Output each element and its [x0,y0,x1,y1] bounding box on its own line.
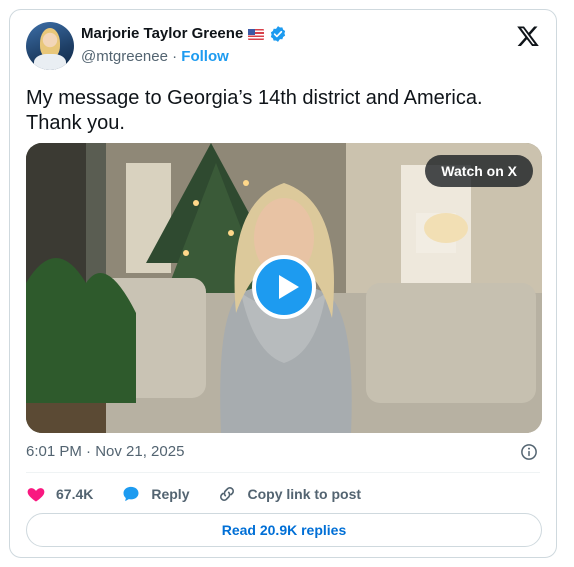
embedded-post-card: Marjorie Taylor Greene @mtgreenee · Foll… [9,9,557,558]
verified-badge-icon [271,26,286,42]
follow-link[interactable]: Follow [181,48,229,65]
like-button[interactable]: 67.4K [26,484,93,504]
action-bar: 67.4K Reply Copy link to post [26,484,389,504]
separator: · [172,48,178,65]
watch-on-x-button[interactable]: Watch on X [425,155,533,187]
author-avatar[interactable] [26,22,74,70]
copy-link-label: Copy link to post [247,486,362,502]
reply-label: Reply [151,486,190,502]
reply-button[interactable]: Reply [121,484,189,504]
author-name[interactable]: Marjorie Taylor Greene [81,24,243,44]
avatar-shoulders [34,54,66,70]
us-flag-icon [248,28,265,40]
post-timestamp[interactable]: 6:01 PM · Nov 21, 2025 [26,442,184,462]
play-button[interactable] [252,255,316,319]
video-player[interactable]: Watch on X [26,143,542,433]
read-replies-button[interactable]: Read 20.9K replies [26,513,542,547]
link-icon [220,487,235,501]
x-logo-icon[interactable] [516,24,540,48]
info-icon[interactable] [520,443,538,461]
speech-bubble-icon [123,486,139,502]
divider [26,472,540,473]
heart-icon [27,488,45,502]
post-text: My message to Georgia’s 14th district an… [26,87,483,134]
author-handle[interactable]: @mtgreenee [81,48,168,65]
author-handle-row: @mtgreenee · Follow [81,47,229,67]
like-count: 67.4K [56,486,94,502]
copy-link-button[interactable]: Copy link to post [217,484,361,504]
author-name-row[interactable]: Marjorie Taylor Greene [81,24,287,44]
